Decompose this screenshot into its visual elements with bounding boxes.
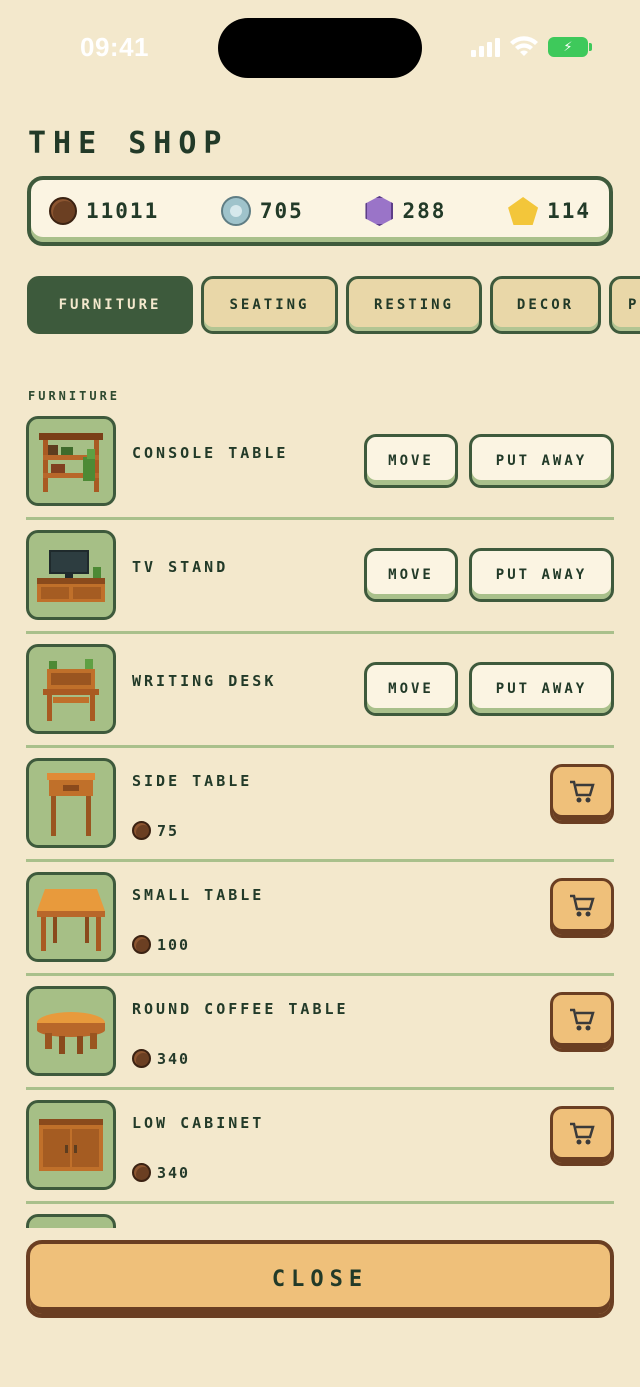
brown-coin-icon: [132, 935, 151, 954]
currency-amount: 11011: [86, 199, 160, 223]
status-time: 09:41: [80, 32, 149, 62]
tab-furniture[interactable]: FURNITURE: [27, 276, 193, 334]
item-price: 75: [132, 821, 179, 840]
item-name: SIDE TABLE: [132, 772, 253, 790]
tab-resting[interactable]: RESTING: [346, 276, 482, 334]
list-item: WRITING DESK MOVE PUT AWAY: [26, 634, 614, 748]
currency-coins: 11011: [49, 197, 159, 225]
brown-coin-icon: [132, 1049, 151, 1068]
item-price: 340: [132, 1163, 190, 1182]
list-item: CONSOLE TABLE MOVE PUT AWAY: [26, 406, 614, 520]
brown-coin-icon: [49, 197, 77, 225]
category-tabs: FURNITURE SEATING RESTING DECOR P: [27, 276, 640, 336]
cellular-signal-icon: [471, 37, 500, 57]
item-list[interactable]: CONSOLE TABLE MOVE PUT AWAY TV STAND MOV…: [0, 406, 640, 1228]
put-away-button[interactable]: PUT AWAY: [469, 662, 614, 716]
item-name: SMALL TABLE: [132, 886, 265, 904]
item-name: CONSOLE TABLE: [132, 444, 289, 462]
item-name: ROUND COFFEE TABLE: [132, 1000, 349, 1018]
buy-cart-button[interactable]: [550, 992, 614, 1052]
dynamic-island: [218, 18, 422, 78]
list-item: SIDE TABLE 75: [26, 748, 614, 862]
close-button[interactable]: CLOSE: [26, 1240, 614, 1318]
item-price: 100: [132, 935, 190, 954]
currency-silver: 705: [220, 196, 304, 226]
buy-cart-button[interactable]: [550, 878, 614, 938]
tab-seating[interactable]: SEATING: [201, 276, 338, 334]
buy-cart-button[interactable]: [550, 1106, 614, 1166]
low-cabinet-icon: [26, 1100, 116, 1190]
list-item: ROUND COFFEE TABLE 340: [26, 976, 614, 1090]
writing-desk-icon: [26, 644, 116, 734]
tv-stand-icon: [26, 530, 116, 620]
cart-icon: [570, 894, 595, 917]
buy-cart-button[interactable]: [550, 764, 614, 824]
put-away-button[interactable]: PUT AWAY: [469, 434, 614, 488]
put-away-button[interactable]: PUT AWAY: [469, 548, 614, 602]
list-item: SMALL TABLE 100: [26, 862, 614, 976]
move-button[interactable]: MOVE: [364, 662, 458, 716]
wifi-icon: [510, 36, 538, 56]
battery-charging-icon: ⚡: [548, 37, 592, 57]
item-name: LOW CABINET: [132, 1114, 265, 1132]
price-value: 75: [157, 821, 180, 840]
tab-partial[interactable]: P: [609, 276, 640, 334]
purple-paw-gem-icon: [365, 196, 394, 226]
move-button[interactable]: MOVE: [364, 434, 458, 488]
currency-amount: 705: [259, 199, 304, 223]
move-button[interactable]: MOVE: [364, 548, 458, 602]
status-icons: ⚡: [471, 36, 592, 58]
currency-gold: 114: [508, 197, 591, 225]
console-table-icon: [26, 416, 116, 506]
item-price: 340: [132, 1049, 190, 1068]
currency-amount: 114: [547, 199, 591, 223]
currency-bar: 11011 705 288 114: [27, 176, 613, 246]
silver-paw-coin-icon: [220, 196, 251, 226]
list-item-partial: [26, 1204, 614, 1228]
price-value: 340: [157, 1049, 191, 1068]
cart-icon: [570, 1008, 595, 1031]
list-item: TV STAND MOVE PUT AWAY: [26, 520, 614, 634]
small-table-icon: [26, 872, 116, 962]
section-label: FURNITURE: [28, 389, 121, 403]
item-name: WRITING DESK: [132, 672, 277, 690]
status-bar: 09:41 ⚡: [0, 0, 640, 95]
gold-paw-gem-icon: [508, 197, 539, 225]
brown-coin-icon: [132, 1163, 151, 1182]
price-value: 340: [157, 1163, 191, 1182]
tab-decor[interactable]: DECOR: [490, 276, 601, 334]
item-name: TV STAND: [132, 558, 229, 576]
price-value: 100: [157, 935, 191, 954]
shop-title: THE SHOP: [28, 126, 229, 161]
cart-icon: [570, 1122, 595, 1145]
round-coffee-table-icon: [26, 986, 116, 1076]
item-thumbnail: [26, 1214, 116, 1228]
list-item: LOW CABINET 340: [26, 1090, 614, 1204]
currency-purple: 288: [365, 196, 446, 226]
cart-icon: [570, 780, 595, 803]
side-table-icon: [26, 758, 116, 848]
brown-coin-icon: [132, 821, 151, 840]
currency-amount: 288: [402, 199, 447, 223]
